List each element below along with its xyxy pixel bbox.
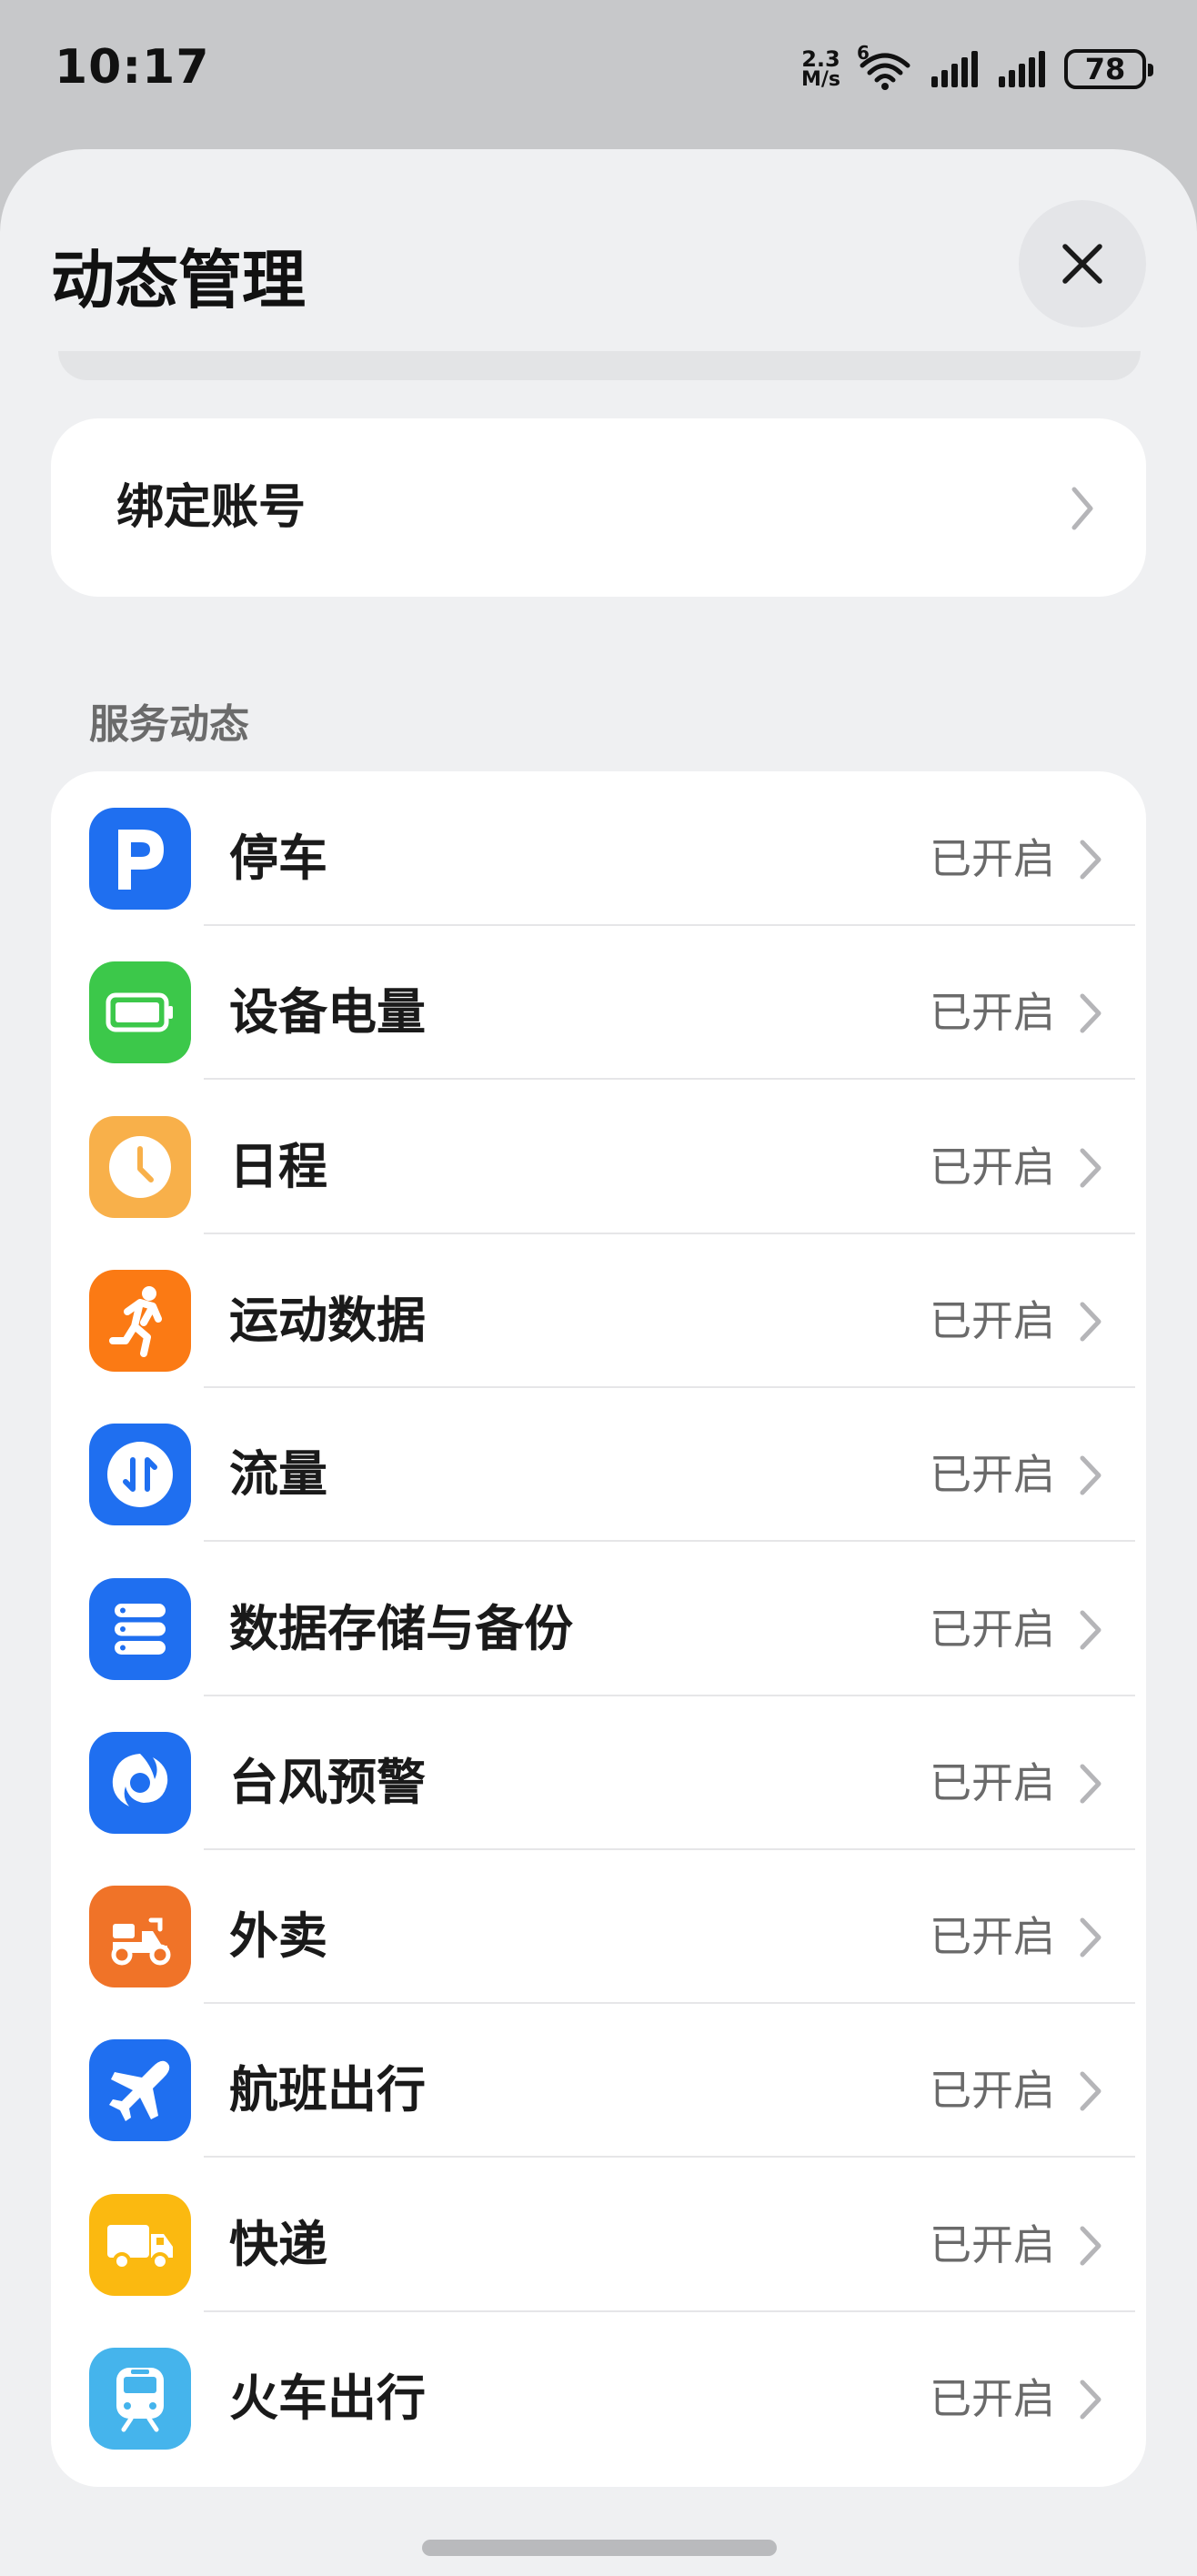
chevron-right-icon bbox=[1071, 487, 1093, 530]
service-status: 已开启 bbox=[930, 1450, 1055, 1500]
chevron-right-icon bbox=[1080, 1302, 1101, 1342]
page-title: 动态管理 bbox=[51, 243, 306, 317]
network-speed-unit: M/s bbox=[800, 68, 840, 91]
service-label: 日程 bbox=[229, 1137, 327, 1195]
service-row[interactable]: 停车 已开启 bbox=[51, 771, 1146, 926]
service-label: 停车 bbox=[229, 830, 327, 887]
chevron-right-icon bbox=[1080, 1610, 1101, 1649]
status-icons: 2.3 M/s 6 78 bbox=[801, 42, 1153, 96]
clock-icon bbox=[89, 1115, 191, 1218]
service-row[interactable]: 外卖 已开启 bbox=[51, 1849, 1146, 2005]
chevron-right-icon bbox=[1080, 2226, 1101, 2266]
storage-icon bbox=[89, 1577, 191, 1680]
parking-icon bbox=[89, 808, 191, 910]
service-status: 已开启 bbox=[930, 1604, 1055, 1654]
service-label: 运动数据 bbox=[229, 1291, 426, 1349]
service-status: 已开启 bbox=[930, 988, 1055, 1038]
service-status: 已开启 bbox=[930, 1912, 1055, 1962]
chevron-right-icon bbox=[1080, 993, 1101, 1033]
service-status: 已开启 bbox=[930, 2219, 1055, 2269]
service-row[interactable]: 火车出行 已开启 bbox=[51, 2311, 1146, 2465]
chevron-right-icon bbox=[1080, 1148, 1101, 1188]
chevron-right-icon bbox=[1080, 840, 1101, 880]
service-row[interactable]: 设备电量 已开启 bbox=[51, 925, 1146, 1081]
service-row[interactable]: 数据存储与备份 已开启 bbox=[51, 1542, 1146, 1696]
network-speed-value: 2.3 bbox=[801, 46, 840, 72]
chevron-right-icon bbox=[1080, 2071, 1101, 2111]
home-indicator[interactable] bbox=[422, 2540, 777, 2556]
service-label: 快递 bbox=[229, 2215, 327, 2273]
delivery-truck-icon bbox=[89, 2193, 191, 2296]
scooter-icon bbox=[89, 1886, 191, 1988]
section-label: 服务动态 bbox=[89, 701, 249, 748]
bind-account-row[interactable]: 绑定账号 bbox=[51, 418, 1146, 597]
collapsed-content-edge bbox=[58, 351, 1141, 380]
service-label: 数据存储与备份 bbox=[229, 1599, 573, 1657]
service-row[interactable]: 航班出行 已开启 bbox=[51, 2003, 1146, 2158]
service-status: 已开启 bbox=[930, 2066, 1055, 2116]
service-label: 流量 bbox=[229, 1445, 327, 1504]
airplane-icon bbox=[89, 2039, 191, 2142]
service-row[interactable]: 台风预警 已开启 bbox=[51, 1696, 1146, 1850]
battery-icon bbox=[89, 961, 191, 1064]
chevron-right-icon bbox=[1080, 1917, 1101, 1957]
wifi-icon: 6 bbox=[857, 42, 913, 91]
signal-icon-sim1 bbox=[930, 49, 981, 89]
service-status: 已开启 bbox=[930, 1295, 1055, 1345]
service-label: 设备电量 bbox=[229, 983, 426, 1041]
service-label: 台风预警 bbox=[229, 1753, 426, 1811]
running-icon bbox=[89, 1269, 191, 1372]
service-status: 已开启 bbox=[930, 1757, 1055, 1807]
service-label: 火车出行 bbox=[229, 2370, 426, 2427]
signal-icon-sim2 bbox=[997, 49, 1048, 89]
bind-account-label: 绑定账号 bbox=[116, 480, 307, 535]
network-speed: 2.3 M/s bbox=[801, 48, 840, 90]
service-row[interactable]: 流量 已开启 bbox=[51, 1387, 1146, 1543]
service-row[interactable]: 日程 已开启 bbox=[51, 1080, 1146, 1234]
service-status: 已开启 bbox=[930, 1142, 1055, 1192]
chevron-right-icon bbox=[1080, 2380, 1101, 2420]
typhoon-icon bbox=[89, 1731, 191, 1834]
service-label: 航班出行 bbox=[229, 2061, 426, 2119]
battery-level: 78 bbox=[1084, 52, 1126, 86]
status-time: 10:17 bbox=[55, 40, 210, 95]
chevron-right-icon bbox=[1080, 1764, 1101, 1804]
data-traffic-icon bbox=[89, 1424, 191, 1526]
service-row[interactable]: 运动数据 已开启 bbox=[51, 1233, 1146, 1388]
service-status: 已开启 bbox=[930, 834, 1055, 883]
close-button[interactable] bbox=[1019, 200, 1146, 327]
wifi-badge: 6 bbox=[857, 42, 870, 64]
close-icon bbox=[1062, 244, 1102, 284]
chevron-right-icon bbox=[1080, 1455, 1101, 1495]
status-bar: 10:17 2.3 M/s 6 78 bbox=[0, 0, 1197, 146]
service-status: 已开启 bbox=[930, 2374, 1055, 2423]
battery-icon: 78 bbox=[1064, 49, 1153, 89]
service-list: 停车 已开启 设备电量 已开启 日程 已开启 运动数据 已开启 流量 已开启 数据存储与备份 已开启台… bbox=[51, 771, 1146, 2487]
dynamic-management-sheet: 动态管理 绑定账号 服务动态 停车 已开启 设备电量 已开启 日程 已开启 运动数据 已开启流… bbox=[0, 149, 1197, 2576]
service-label: 外卖 bbox=[229, 1907, 327, 1966]
service-row[interactable]: 快递 已开启 bbox=[51, 2158, 1146, 2312]
train-icon bbox=[89, 2348, 191, 2450]
